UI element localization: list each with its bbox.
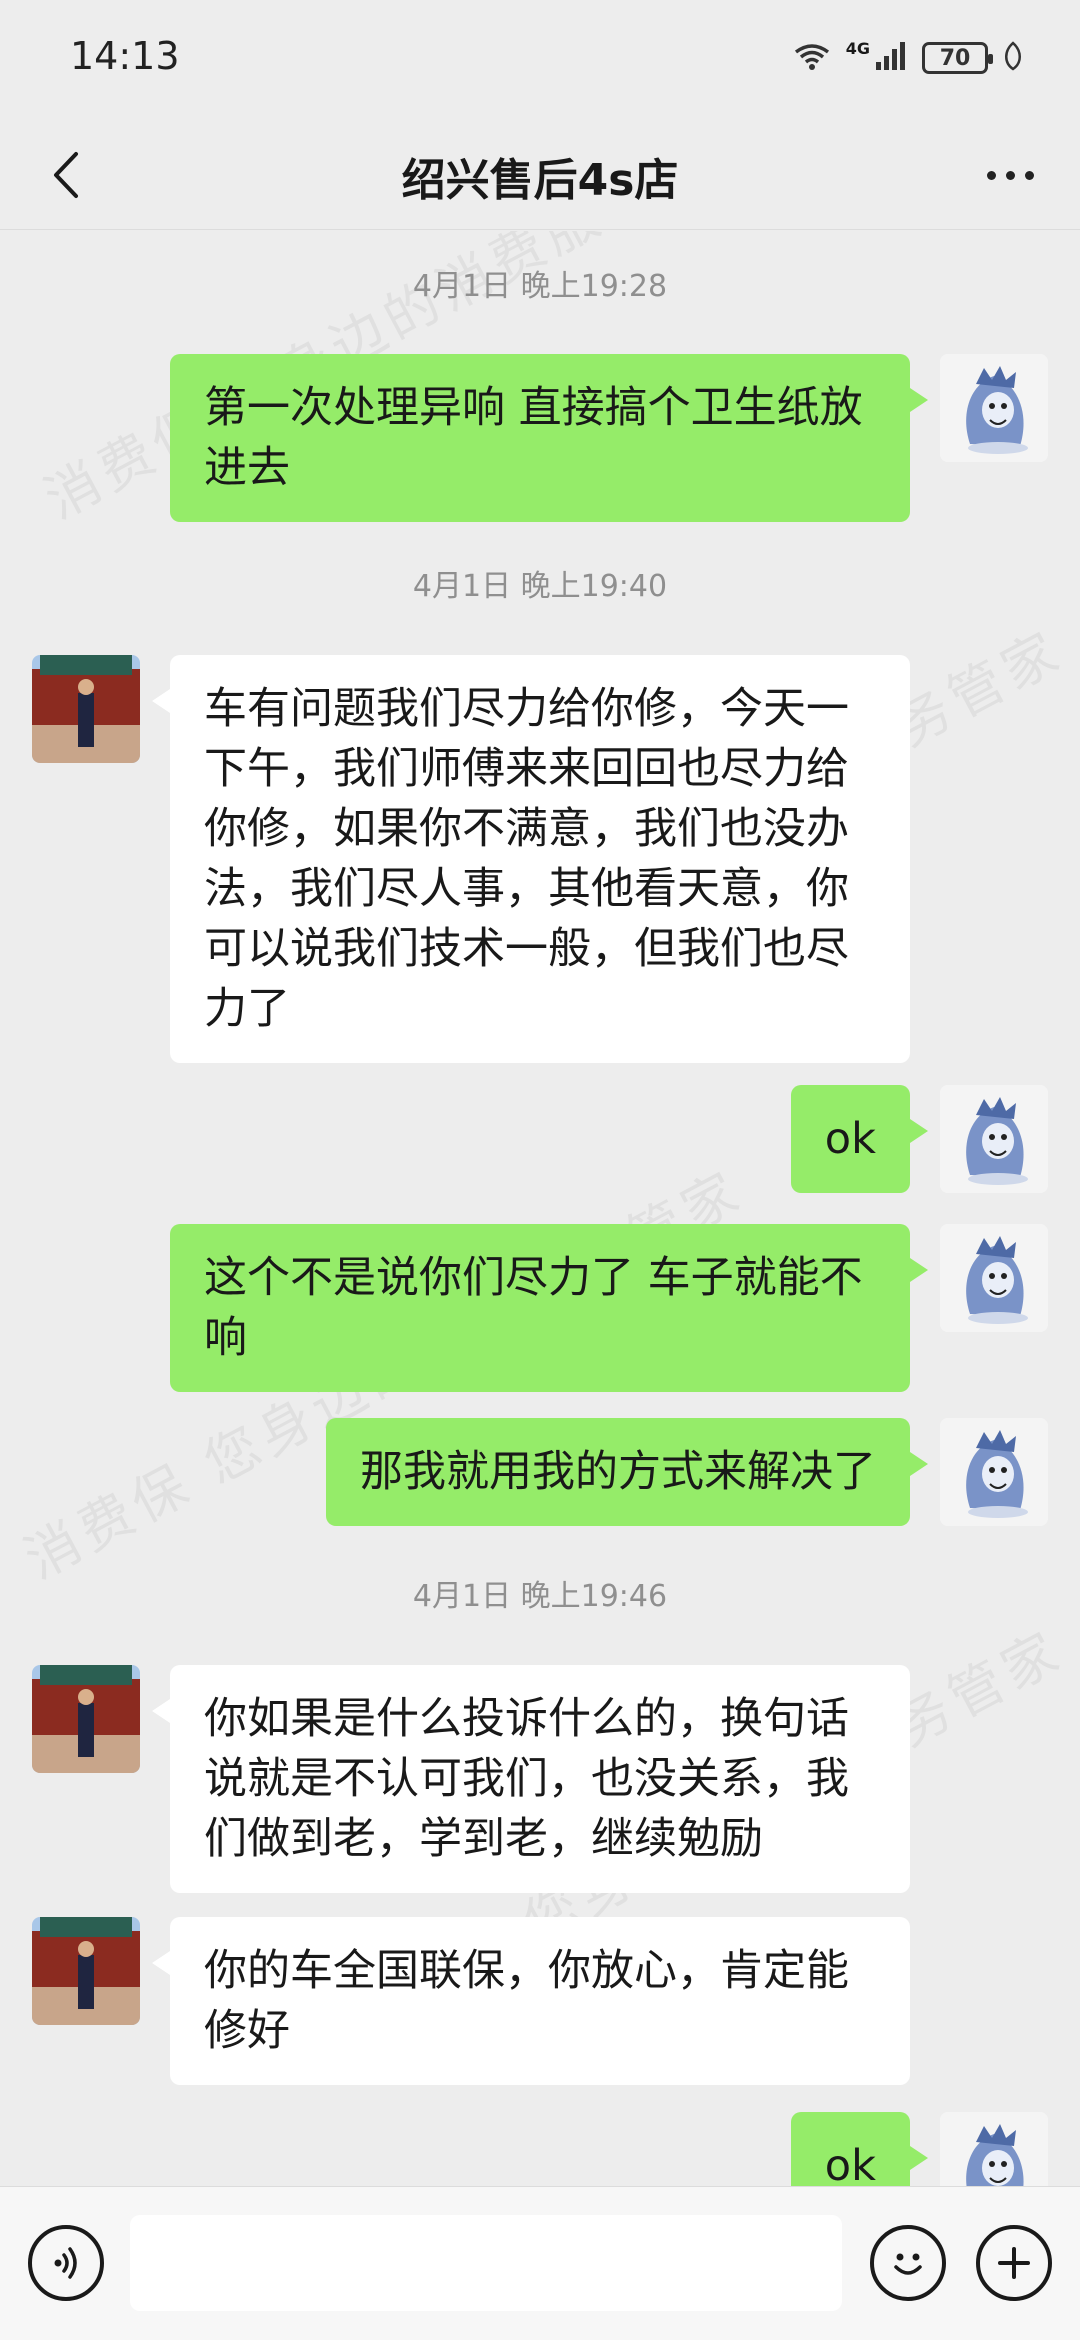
avatar-self[interactable] [940, 354, 1048, 462]
leaf-icon [1002, 41, 1024, 75]
wifi-icon [792, 40, 832, 76]
voice-button[interactable] [28, 2225, 104, 2301]
avatar-contact[interactable] [32, 1665, 140, 1773]
plus-icon [998, 2247, 1030, 2279]
cartoon-avatar-icon [940, 2112, 1048, 2186]
avatar-self[interactable] [940, 2112, 1048, 2186]
message-input[interactable] [130, 2215, 842, 2311]
message-timestamp: 4月1日 晚上19:46 [412, 1579, 668, 1614]
message-bubble-received[interactable]: 你如果是什么投诉什么的，换句话说就是不认可我们，也没关系，我们做到老，学到老，继… [152, 1665, 910, 1893]
message-bubble-sent[interactable]: ok [790, 2112, 929, 2186]
emoji-icon [894, 2253, 922, 2275]
profile-photo-icon [32, 655, 140, 763]
plus-button[interactable] [976, 2225, 1052, 2301]
status-icons: 4G 70 [792, 38, 1024, 76]
chat-screen: 14:13 4G 70 绍兴售后4s店 消费保 您身边的消费服务管家 消费保 4… [0, 0, 1080, 2340]
message-bubble-sent[interactable]: ok [790, 1085, 929, 1193]
signal-icon [874, 40, 908, 76]
input-bar [0, 2186, 1080, 2340]
message-bubble-received[interactable]: 车有问题我们尽力给你修，今天一下午，我们师傅来来回回也尽力给你修，如果你不满意，… [152, 655, 910, 1063]
network-type-label: 4G [845, 38, 870, 58]
message-bubble-sent[interactable]: 那我就用我的方式来解决了 [326, 1418, 928, 1526]
cartoon-avatar-icon [940, 354, 1048, 462]
message-timestamp: 4月1日 晚上19:28 [412, 269, 668, 304]
chat-message-list[interactable]: 消费保 您身边的消费服务管家 消费保 您身边的消费服务管家 消费保 您身边的消费… [0, 231, 1080, 2186]
avatar-self[interactable] [940, 1085, 1048, 1193]
message-bubble-received[interactable]: 你的车全国联保，你放心，肯定能修好 [152, 1917, 910, 2085]
more-dot [1024, 170, 1034, 180]
message-timestamp: 4月1日 晚上19:40 [412, 569, 668, 604]
avatar-contact[interactable] [32, 655, 140, 763]
cartoon-avatar-icon [940, 1085, 1048, 1193]
emoji-button[interactable] [870, 2225, 946, 2301]
more-dot [1005, 170, 1015, 180]
avatar-self[interactable] [940, 1418, 1048, 1526]
status-bar: 14:13 4G 70 [0, 0, 1080, 120]
profile-photo-icon [32, 1917, 140, 2025]
cartoon-avatar-icon [940, 1224, 1048, 1332]
status-time: 14:13 [70, 34, 180, 78]
more-dots-icon [986, 170, 996, 180]
page-title: 绍兴售后4s店 [401, 155, 679, 206]
more-button[interactable] [970, 140, 1050, 210]
message-bubble-sent[interactable]: 这个不是说你们尽力了 车子就能不响 [170, 1224, 928, 1392]
voice-icon [54, 2247, 77, 2279]
message-bubble-sent[interactable]: 第一次处理异响 直接搞个卫生纸放进去 [170, 354, 928, 522]
battery-icon: 70 [922, 42, 993, 74]
avatar-contact[interactable] [32, 1917, 140, 2025]
nav-bar: 绍兴售后4s店 [0, 120, 1080, 230]
avatar-self[interactable] [940, 1224, 1048, 1332]
profile-photo-icon [32, 1665, 140, 1773]
cartoon-avatar-icon [940, 1418, 1048, 1526]
